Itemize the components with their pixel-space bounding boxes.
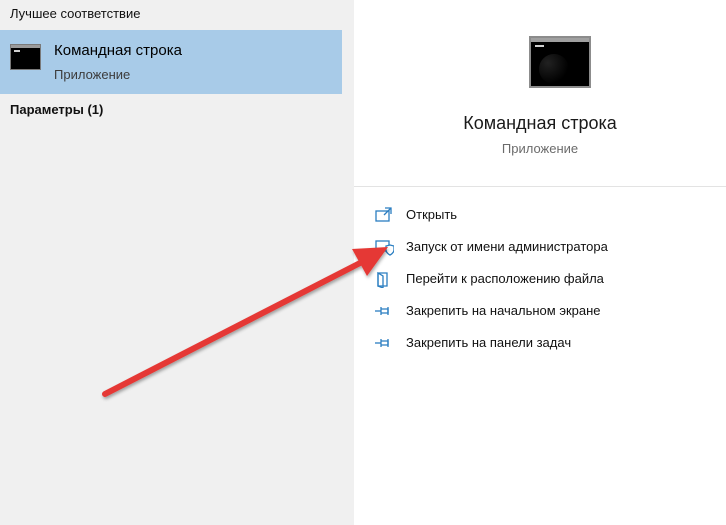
command-prompt-icon [529,36,591,88]
settings-header[interactable]: Параметры (1) [10,102,103,117]
action-run-as-admin[interactable]: Запуск от имени администратора [374,235,714,261]
action-open[interactable]: Открыть [374,203,714,229]
action-pin-to-start-label: Закрепить на начальном экране [406,303,601,318]
detail-title: Командная строка [463,113,617,133]
results-pane: Лучшее соответствие Командная строка При… [0,0,352,525]
result-title: Командная строка [54,42,182,59]
file-location-icon [374,270,394,289]
divider [354,186,726,187]
start-search-panel: Лучшее соответствие Командная строка При… [0,0,726,525]
result-command-prompt[interactable]: Командная строка Приложение [0,30,342,94]
action-open-file-location[interactable]: Перейти к расположению файла [374,267,714,293]
command-prompt-icon [10,44,41,70]
details-pane: Командная строка Приложение Открыть Запу… [354,0,726,525]
action-open-label: Открыть [406,207,458,222]
action-run-as-admin-label: Запуск от имени администратора [406,239,608,254]
detail-subtitle: Приложение [501,141,579,156]
pin-icon [374,334,394,352]
pin-icon [374,302,394,320]
action-pin-to-taskbar-label: Закрепить на панели задач [406,335,572,350]
action-open-file-location-label: Перейти к расположению файла [406,271,604,286]
action-pin-to-taskbar[interactable]: Закрепить на панели задач [374,331,714,357]
action-pin-to-start[interactable]: Закрепить на начальном экране [374,299,714,325]
open-icon [374,206,394,224]
result-subtitle: Приложение [54,67,131,82]
run-as-admin-shield-icon [374,238,395,256]
best-match-header: Лучшее соответствие [10,6,141,21]
